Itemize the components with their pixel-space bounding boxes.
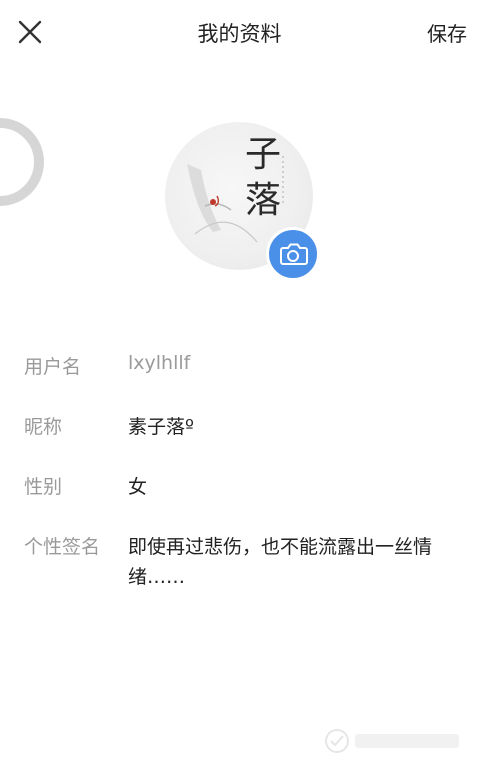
save-button[interactable]: 保存 — [427, 18, 467, 47]
change-avatar-button[interactable] — [266, 227, 320, 281]
close-icon — [18, 20, 42, 44]
avatar-area: 子落 — [165, 122, 320, 281]
signature-value[interactable]: 即使再过悲伤，也不能流露出一丝情绪…… — [128, 532, 448, 592]
page-title: 我的资料 — [197, 22, 282, 46]
top-bar: 我的资料 保存 — [0, 0, 479, 64]
nickname-value[interactable]: 素子落º — [128, 412, 194, 439]
username-value: lxylhllf — [128, 352, 191, 374]
profile-screen: 我的资料 保存 子落 用户名 lxylhllf 昵称 素子落º 性别 女 个性签… — [0, 0, 479, 770]
gender-value[interactable]: 女 — [128, 472, 147, 499]
camera-icon — [280, 243, 308, 265]
side-decoration — [0, 118, 44, 206]
username-label: 用户名 — [24, 356, 82, 378]
nickname-label: 昵称 — [24, 416, 63, 438]
watermark-icon — [325, 729, 459, 753]
gender-label: 性别 — [24, 476, 63, 498]
avatar-calligraphy: 子落 — [245, 134, 282, 221]
signature-label: 个性签名 — [24, 536, 101, 558]
watermark-logo — [319, 726, 469, 756]
close-button[interactable] — [10, 12, 50, 52]
